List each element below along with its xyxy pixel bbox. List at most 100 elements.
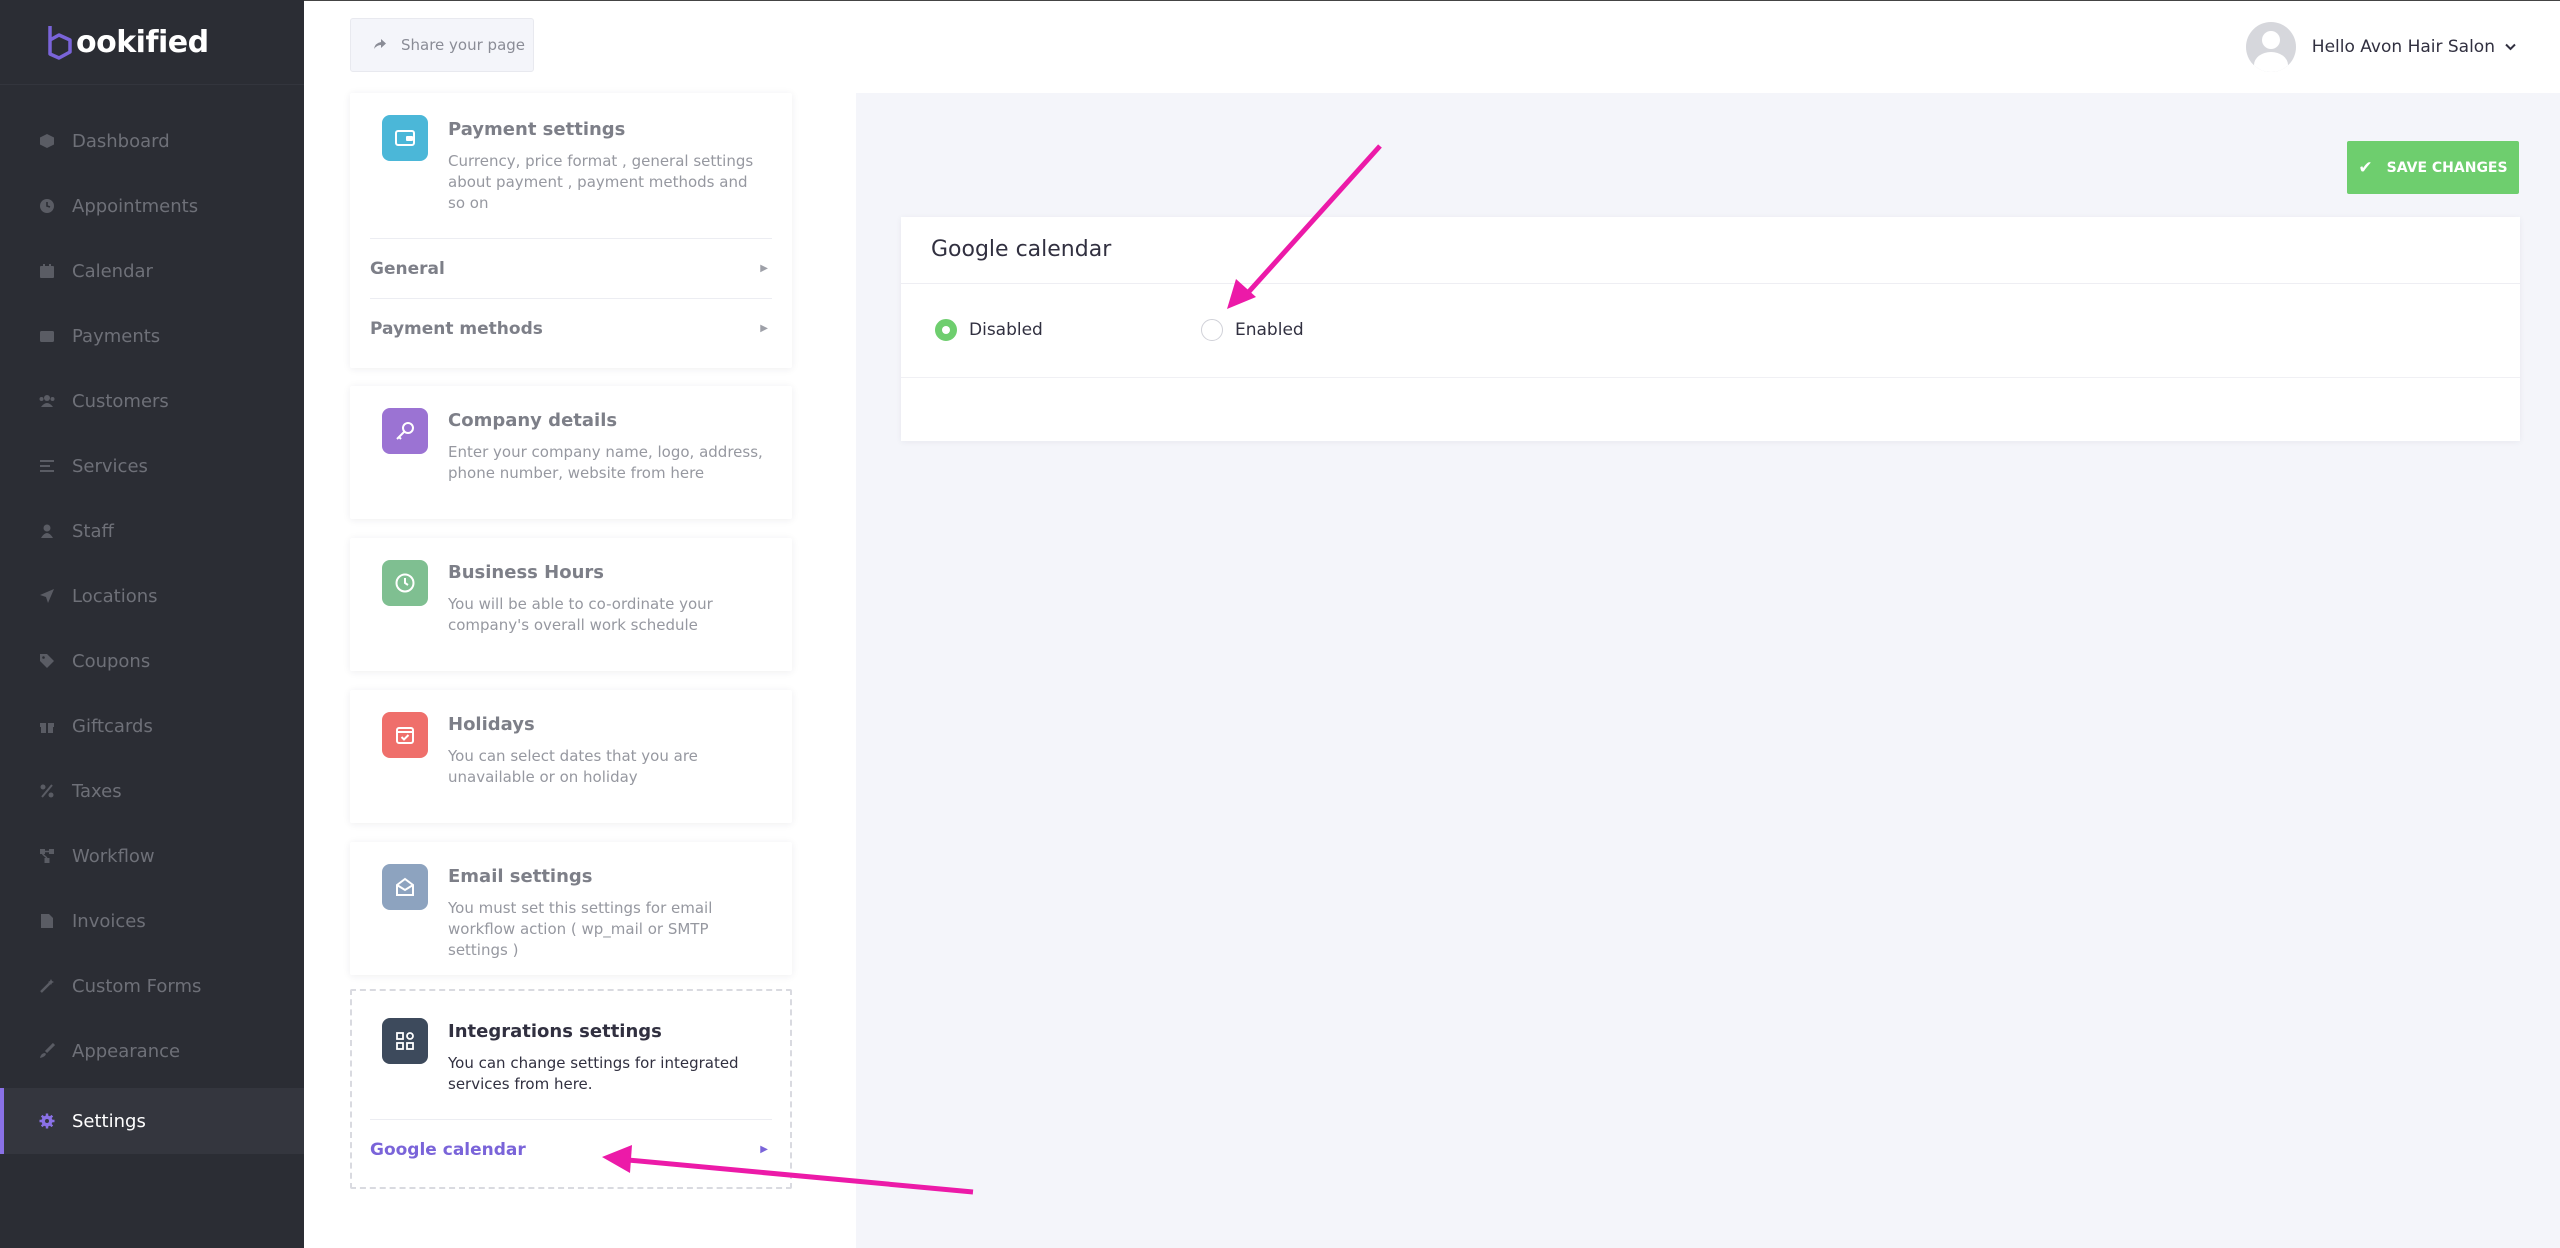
sidebar-item-label: Calendar — [72, 260, 153, 282]
card-description: You will be able to co-ordinate your com… — [448, 595, 713, 634]
card-title: Email settings — [448, 866, 593, 887]
card-title: Holidays — [448, 714, 535, 735]
wallet-icon — [38, 327, 56, 345]
card-description: Currency, price format , general setting… — [448, 152, 754, 212]
sidebar-item-label: Payments — [72, 325, 161, 347]
radio-label: Disabled — [969, 320, 1043, 340]
sidebar-item-calendar[interactable]: Calendar — [0, 238, 304, 304]
radio-unchecked-indicator — [1201, 319, 1223, 341]
location-arrow-icon — [38, 587, 56, 605]
sidebar-item-workflow[interactable]: Workflow — [0, 823, 304, 889]
brand-name: ookified — [76, 24, 209, 60]
disabled-radio[interactable]: Disabled — [935, 319, 1043, 341]
sidebar-item-label: Settings — [72, 1110, 146, 1132]
enabled-radio[interactable]: Enabled — [1201, 319, 1304, 341]
sidebar-item-invoices[interactable]: Invoices — [0, 888, 304, 954]
sidebar-item-appointments[interactable]: Appointments — [0, 173, 304, 239]
gift-icon — [38, 717, 56, 735]
magic-wand-icon — [38, 977, 56, 995]
sub-item-label: Payment methods — [370, 318, 543, 339]
share-page-button[interactable]: Share your page — [350, 18, 534, 72]
business-hours-card[interactable]: Business Hours You will be able to co-or… — [350, 538, 792, 671]
sidebar-item-label: Giftcards — [72, 715, 153, 737]
brand-mark-icon — [44, 24, 74, 60]
panel-divider — [901, 283, 2520, 284]
google-calendar-link[interactable]: Google calendar ▶ — [370, 1119, 772, 1179]
gear-icon — [38, 1112, 56, 1130]
settings-menu: Payment settings Currency, price format … — [304, 93, 856, 1248]
sidebar-item-dashboard[interactable]: Dashboard — [0, 108, 304, 174]
calendar-check-icon — [382, 712, 428, 758]
share-icon — [373, 36, 387, 54]
user-greeting: Hello Avon Hair Salon — [2311, 37, 2495, 57]
calendar-icon — [38, 262, 56, 280]
sidebar-item-coupons[interactable]: Coupons — [0, 628, 304, 694]
company-details-card[interactable]: Company details Enter your company name,… — [350, 386, 792, 519]
panel-body-divider — [901, 377, 2520, 378]
user-icon — [38, 522, 56, 540]
card-title: Integrations settings — [448, 1021, 662, 1042]
save-changes-label: SAVE CHANGES — [2386, 159, 2508, 176]
sidebar-item-label: Taxes — [72, 780, 122, 802]
payment-general-link[interactable]: General ▶ — [370, 238, 772, 298]
list-icon — [38, 457, 56, 475]
sidebar-item-giftcards[interactable]: Giftcards — [0, 693, 304, 759]
clock-icon — [38, 197, 56, 215]
check-icon: ✔ — [2358, 157, 2373, 178]
card-description: You can change settings for integrated s… — [448, 1054, 739, 1093]
sidebar-item-label: Customers — [72, 390, 169, 412]
brush-icon — [38, 1042, 56, 1060]
key-icon — [382, 408, 428, 454]
sidebar-item-label: Appearance — [72, 1040, 181, 1062]
tag-icon — [38, 652, 56, 670]
sidebar-item-label: Coupons — [72, 650, 151, 672]
sidebar-item-locations[interactable]: Locations — [0, 563, 304, 629]
sidebar-item-label: Workflow — [72, 845, 155, 867]
sidebar-item-label: Locations — [72, 585, 158, 607]
sidebar-item-label: Custom Forms — [72, 975, 202, 997]
integrations-settings-card[interactable]: Integrations settings You can change set… — [350, 989, 792, 1189]
top-header: Share your page Hello Avon Hair Salon — [304, 0, 2560, 93]
sidebar-item-settings[interactable]: Settings — [0, 1088, 304, 1154]
sidebar-item-label: Staff — [72, 520, 114, 542]
chevron-right-icon: ▶ — [760, 323, 768, 334]
sidebar-item-staff[interactable]: Staff — [0, 498, 304, 564]
radio-label: Enabled — [1235, 320, 1304, 340]
card-description: Enter your company name, logo, address, … — [448, 443, 763, 482]
sidebar: ookified Dashboard Appointments Calendar… — [0, 0, 304, 1248]
chevron-right-icon: ▶ — [760, 1144, 768, 1155]
save-changes-button[interactable]: ✔ SAVE CHANGES — [2347, 141, 2519, 194]
card-title: Payment settings — [448, 119, 626, 140]
sidebar-item-customers[interactable]: Customers — [0, 368, 304, 434]
sidebar-item-payments[interactable]: Payments — [0, 303, 304, 369]
chevron-down-icon — [2505, 40, 2516, 55]
sub-item-label: Google calendar — [370, 1139, 526, 1160]
sub-item-label: General — [370, 258, 445, 279]
integrations-icon — [382, 1018, 428, 1064]
card-description: You can select dates that you are unavai… — [448, 747, 698, 786]
sidebar-item-taxes[interactable]: Taxes — [0, 758, 304, 824]
sidebar-item-label: Services — [72, 455, 148, 477]
sidebar-item-services[interactable]: Services — [0, 433, 304, 499]
payment-methods-link[interactable]: Payment methods ▶ — [370, 298, 772, 358]
radio-checked-indicator — [935, 319, 957, 341]
payment-settings-card[interactable]: Payment settings Currency, price format … — [350, 93, 792, 368]
clock-icon — [382, 560, 428, 606]
card-description: You must set this settings for email wor… — [448, 899, 713, 959]
file-icon — [38, 912, 56, 930]
email-settings-card[interactable]: Email settings You must set this setting… — [350, 842, 792, 975]
sidebar-divider — [0, 84, 304, 85]
chevron-right-icon: ▶ — [760, 263, 768, 274]
holidays-card[interactable]: Holidays You can select dates that you a… — [350, 690, 792, 823]
sidebar-item-appearance[interactable]: Appearance — [0, 1018, 304, 1084]
avatar — [2245, 22, 2296, 72]
card-title: Company details — [448, 410, 618, 431]
workflow-icon — [38, 847, 56, 865]
wallet-icon — [382, 115, 428, 161]
brand-logo[interactable]: ookified — [44, 22, 209, 62]
user-menu[interactable]: Hello Avon Hair Salon — [2245, 21, 2516, 73]
google-calendar-panel: Google calendar Disabled Enabled — [901, 217, 2520, 441]
sidebar-item-custom-forms[interactable]: Custom Forms — [0, 953, 304, 1019]
percent-icon — [38, 782, 56, 800]
sidebar-item-label: Appointments — [72, 195, 199, 217]
